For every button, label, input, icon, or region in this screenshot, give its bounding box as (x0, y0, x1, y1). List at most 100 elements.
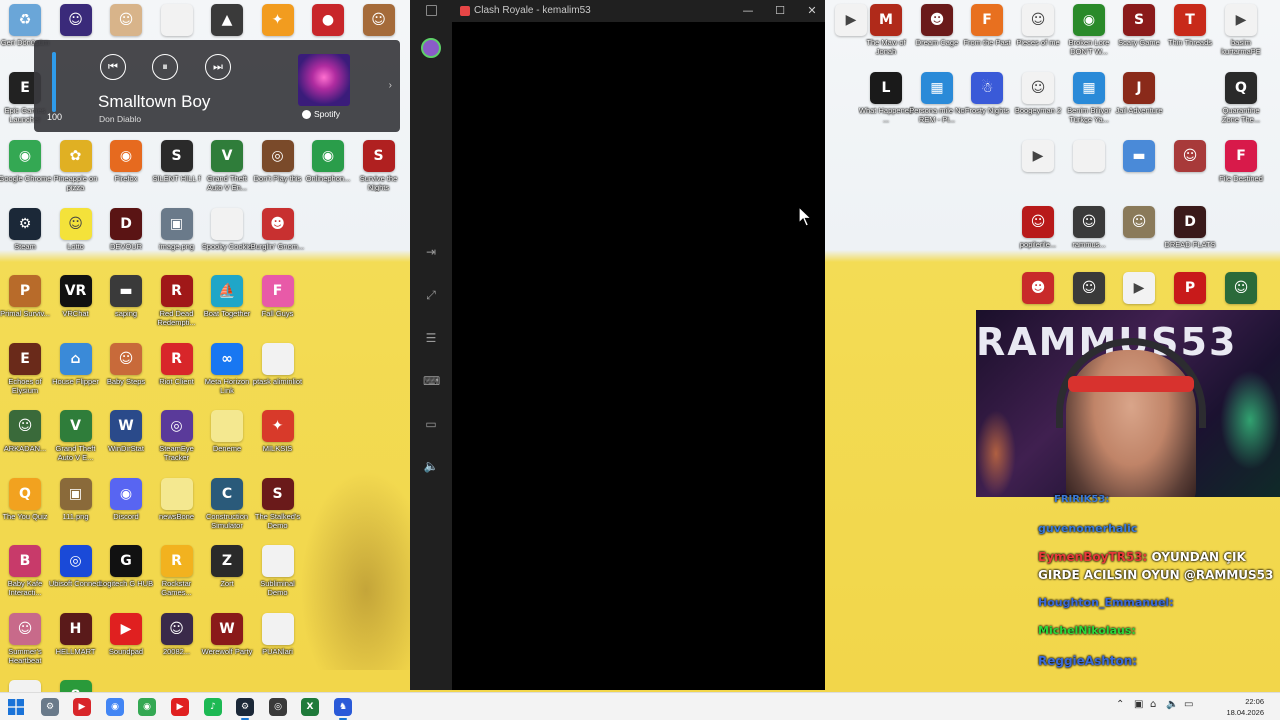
youtube-icon[interactable]: ▶ (171, 698, 189, 716)
previous-button[interactable]: ⏮ (100, 54, 126, 80)
desktop-icon[interactable]: H HELLMART (51, 612, 101, 677)
desktop-icon[interactable]: G Logitech G HUB (99, 545, 153, 609)
next-button[interactable]: ⏭ (205, 54, 231, 80)
desktop-icon[interactable]: ⌂ House Flipper (51, 342, 101, 407)
desktop-icon[interactable]: ◎ SteamEye Tracker (152, 410, 202, 474)
maximize-button[interactable]: ☐ (769, 3, 791, 19)
close-button[interactable]: ✕ (801, 3, 823, 19)
desktop-icon[interactable]: ◉ Discord (101, 477, 151, 542)
desktop-icon[interactable]: Q Quarantine Zone The... (1216, 72, 1266, 136)
enter-icon[interactable]: ⇥ (423, 244, 439, 260)
settings-icon[interactable]: ⚙ (41, 698, 59, 716)
desktop-icon[interactable]: ☻ Dream Cage (912, 4, 962, 68)
steam-icon[interactable]: ⚙ (236, 698, 254, 716)
account-avatar[interactable] (421, 38, 441, 58)
desktop-icon[interactable]: ☺ popilerile... (1013, 206, 1063, 270)
desktop-icon[interactable]: ▶ basim kurtarmaPE (1216, 4, 1266, 68)
tray-battery-icon[interactable]: ▭ (1184, 699, 1193, 710)
volume-icon[interactable]: 🔈 (423, 458, 439, 474)
settings-sliders-icon[interactable]: ☰ (423, 330, 439, 346)
desktop-icon[interactable]: ▣ 111.png (51, 477, 101, 542)
minimize-button[interactable]: — (737, 3, 759, 19)
desktop-icon[interactable]: V Grand Theft Auto V E... (51, 410, 101, 474)
desktop-icon[interactable] (1064, 140, 1114, 204)
desktop-icon[interactable]: ☻ Burglin' Gnom... (251, 207, 304, 272)
expand-icon[interactable]: ⤢ (423, 287, 439, 303)
desktop-icon[interactable]: ◉ Google Chrome (0, 140, 51, 204)
desktop-icon[interactable]: B Baby Kafe Interacti... (0, 545, 50, 609)
desktop-icon[interactable]: ▦ Persona mile No REM - Pi... (909, 72, 965, 136)
desktop-icon[interactable]: ◉ Firefox (101, 140, 151, 204)
desktop-icon[interactable]: ☺ rammus... (1064, 206, 1114, 270)
desktop-icon[interactable]: ☺ Pieces of me (1013, 4, 1063, 68)
desktop-icon[interactable]: ⚙ Steam (0, 207, 50, 272)
desktop-icon[interactable]: ☃ Frosty Nights (962, 72, 1012, 136)
desktop-icon[interactable]: ▬ (1114, 140, 1164, 204)
volume-slider[interactable] (52, 52, 56, 112)
excel-icon[interactable]: X (301, 698, 319, 716)
desktop-icon[interactable]: ▦ Benim Biliyor Türkçe Ya... (1064, 72, 1114, 136)
chrome-icon[interactable]: ◉ (106, 698, 124, 716)
desktop-icon[interactable]: ▬ saping (101, 275, 151, 339)
desktop-icon[interactable]: D DEVOUR (101, 207, 151, 272)
window-icon[interactable]: ▭ (423, 416, 439, 432)
desktop-icon[interactable]: F From the Past (962, 4, 1012, 68)
desktop-icon[interactable]: J Jail Adventure (1114, 72, 1164, 136)
tray-chevron-icon[interactable]: ⌃ (1116, 699, 1124, 710)
desktop-icon[interactable]: VR VRChat (51, 275, 101, 339)
desktop-icon[interactable]: T Thin Threads (1165, 4, 1215, 68)
desktop-icon[interactable]: ◉ Onlinephon... (303, 140, 353, 204)
desktop-icon[interactable]: P Primal Surviv... (0, 275, 50, 339)
desktop-icon[interactable]: ☺ Summer's Heartbeat (0, 612, 50, 677)
desktop-icon[interactable]: ☺ 20082... (152, 612, 202, 677)
desktop-icon[interactable]: R Red Dead Redempti... (152, 275, 202, 339)
tray-apps-icon[interactable]: ▣ (1134, 699, 1143, 710)
desktop-icon[interactable]: ▣ image.png (152, 207, 202, 272)
desktop-icon[interactable]: Deneme (202, 410, 252, 474)
desktop-icon[interactable]: S Scary Game (1114, 4, 1164, 68)
desktop-icon[interactable]: M The Maw of Jonah (861, 4, 911, 68)
desktop-icon[interactable]: ⛵ Boat Together (202, 275, 252, 339)
desktop-icon[interactable]: Spooky Cookie (202, 207, 252, 272)
desktop-icon[interactable]: ◎ Ubisoft Connect (49, 545, 102, 609)
window-title-bar[interactable]: Clash Royale - kemalim53 — ☐ ✕ (410, 0, 825, 22)
desktop-icon[interactable]: R Rockstar Games... (152, 545, 202, 609)
desktop-icon[interactable]: V Grand Theft Auto V En... (202, 140, 252, 204)
desktop-icon[interactable]: F File Destined (1216, 140, 1266, 204)
desktop-icon[interactable]: W Werewolf Party (202, 612, 252, 677)
desktop-icon[interactable]: ▶ (1013, 140, 1063, 204)
game-screen[interactable] (452, 22, 825, 690)
game-icon[interactable]: ♞ (334, 698, 352, 716)
desktop-icon[interactable]: R Riot Client (152, 342, 202, 407)
desktop-icon[interactable]: ▶ Soundpad (101, 612, 151, 677)
desktop-icon[interactable]: ◎ Don't Play this (253, 140, 303, 204)
desktop-icon[interactable]: ptask aliminliot (253, 342, 303, 407)
desktop-icon[interactable]: E Echoes of Elysium (0, 342, 50, 407)
clash-royale-window[interactable]: Clash Royale - kemalim53 — ☐ ✕ ⇥ ⤢ ☰ ⌨ ▭ 🔈 (410, 0, 825, 690)
desktop-icon[interactable]: S SILENT HILL f (152, 140, 202, 204)
desktop-icon[interactable]: Subliminal Demo (253, 545, 303, 609)
desktop-icon[interactable]: C Construction Simulator (202, 477, 252, 542)
tray-network-icon[interactable]: ⌂ (1150, 699, 1156, 710)
desktop-icon[interactable]: ☺ Baby Steps (101, 342, 151, 407)
desktop-icon[interactable]: Q The You Quiz (0, 477, 50, 542)
desktop-icon[interactable]: S The Stalked's Demo (253, 477, 303, 542)
desktop-icon[interactable]: PUANlari (253, 612, 303, 677)
sidebar-toggle-icon[interactable] (426, 5, 437, 16)
desktop-icon[interactable]: ☺ (1114, 206, 1164, 270)
desktop-icon[interactable]: S Survive the Nights (354, 140, 404, 204)
spotify-icon[interactable]: ♪ (204, 698, 222, 716)
desktop-icon[interactable]: ✿ Pineapple on pizza (51, 140, 101, 204)
desktop-icon[interactable]: ☺ (1165, 140, 1215, 204)
windows-start-icon[interactable] (8, 699, 24, 715)
pause-button[interactable]: ⏸ (152, 54, 178, 80)
obs-icon[interactable]: ◎ (269, 698, 287, 716)
streamer-app-icon[interactable]: ▶ (73, 698, 91, 716)
taskbar-clock[interactable]: 22:06 18.04.2026 (1226, 696, 1264, 718)
desktop-icon[interactable]: newsBone (152, 477, 202, 542)
desktop-icon[interactable]: L What Happened ... (859, 72, 913, 136)
chevron-right-icon[interactable]: › (389, 80, 392, 91)
desktop-icon[interactable]: Z Zort (202, 545, 252, 609)
desktop-icon[interactable]: ◉ Broken Lore DON'T W... (1064, 4, 1114, 68)
keyboard-icon[interactable]: ⌨ (423, 373, 440, 389)
